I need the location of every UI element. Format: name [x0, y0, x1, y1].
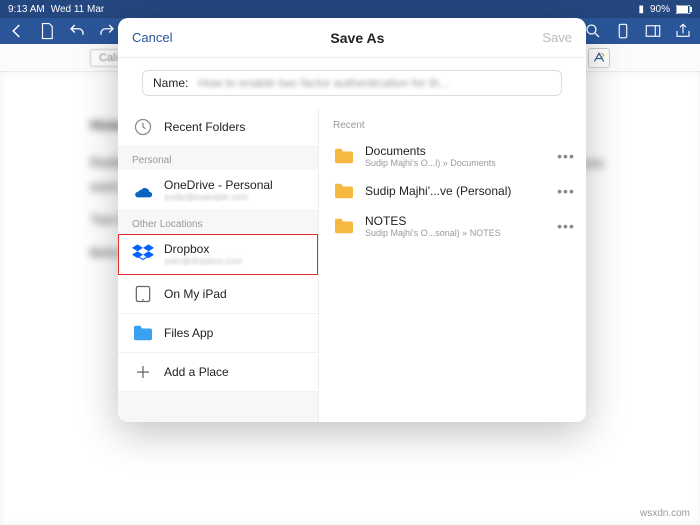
ipad-icon: [132, 283, 154, 305]
clock-icon: [132, 116, 154, 138]
dropbox-label: Dropbox: [164, 242, 243, 256]
share-icon[interactable]: [674, 22, 692, 40]
dropbox-item[interactable]: Dropbox user@dropbox.com: [118, 234, 318, 275]
locations-panel: Recent Folders Personal OneDrive - Perso…: [118, 108, 318, 422]
battery-icon: ▮: [638, 4, 644, 15]
recent-section-label: Recent: [319, 116, 586, 137]
device-icon[interactable]: [614, 22, 632, 40]
dropbox-icon: [132, 243, 154, 265]
files-app-label: Files App: [164, 326, 213, 340]
cancel-button[interactable]: Cancel: [132, 30, 172, 45]
status-date: Wed 11 Mar: [51, 4, 105, 15]
status-battery: 90%: [650, 4, 670, 15]
plus-icon: [132, 361, 154, 383]
onedrive-icon: [132, 179, 154, 201]
filename-value: How to enable two factor authentication …: [198, 76, 551, 90]
file-icon[interactable]: [38, 22, 56, 40]
folder-icon: [333, 147, 355, 165]
undo-icon[interactable]: [68, 22, 86, 40]
folder-row[interactable]: Documents Sudip Majhi's O...l) » Documen…: [319, 137, 586, 175]
onedrive-item[interactable]: OneDrive - Personal sudip@example.com: [118, 170, 318, 211]
add-place-label: Add a Place: [164, 365, 229, 379]
dialog-title: Save As: [330, 30, 384, 46]
status-bar: 9:13 AM Wed 11 Mar ▮ 90%: [0, 0, 700, 18]
style-icon: [592, 51, 606, 65]
save-as-dialog: Cancel Save As Save Name: How to enable …: [118, 18, 586, 422]
filename-field[interactable]: Name: How to enable two factor authentic…: [142, 70, 562, 96]
folder-title: Sudip Majhi'...ve (Personal): [365, 184, 546, 198]
add-place-item[interactable]: Add a Place: [118, 353, 318, 392]
folder-icon: [333, 217, 355, 235]
onedrive-sub: sudip@example.com: [164, 192, 273, 202]
save-button[interactable]: Save: [542, 30, 572, 45]
style-button[interactable]: [588, 48, 610, 68]
folder-row[interactable]: Sudip Majhi'...ve (Personal) •••: [319, 175, 586, 207]
section-other-label: Other Locations: [118, 211, 318, 234]
folder-title: NOTES: [365, 214, 546, 228]
recent-files-panel: Recent Documents Sudip Majhi's O...l) » …: [318, 108, 586, 422]
on-my-ipad-item[interactable]: On My iPad: [118, 275, 318, 314]
watermark: wsxdn.com: [640, 508, 690, 519]
recent-folders-label: Recent Folders: [164, 120, 245, 134]
battery-outline-icon: [676, 5, 692, 14]
more-icon[interactable]: •••: [556, 218, 576, 234]
search-icon[interactable]: [584, 22, 602, 40]
back-icon[interactable]: [8, 22, 26, 40]
name-label: Name:: [153, 76, 188, 90]
redo-icon[interactable]: [98, 22, 116, 40]
folder-icon: [132, 322, 154, 344]
onedrive-label: OneDrive - Personal: [164, 178, 273, 192]
files-app-item[interactable]: Files App: [118, 314, 318, 353]
section-personal-label: Personal: [118, 147, 318, 170]
folder-sub: Sudip Majhi's O...sonal) » NOTES: [365, 228, 546, 238]
status-time: 9:13 AM: [8, 4, 45, 15]
more-icon[interactable]: •••: [556, 148, 576, 164]
folder-title: Documents: [365, 144, 546, 158]
more-icon[interactable]: •••: [556, 183, 576, 199]
dialog-header: Cancel Save As Save: [118, 18, 586, 58]
folder-sub: Sudip Majhi's O...l) » Documents: [365, 158, 546, 168]
sidebar-icon[interactable]: [644, 22, 662, 40]
recent-folders-item[interactable]: Recent Folders: [118, 108, 318, 147]
folder-icon: [333, 182, 355, 200]
name-row: Name: How to enable two factor authentic…: [118, 58, 586, 108]
on-my-ipad-label: On My iPad: [164, 287, 227, 301]
dropbox-sub: user@dropbox.com: [164, 256, 243, 266]
folder-row[interactable]: NOTES Sudip Majhi's O...sonal) » NOTES •…: [319, 207, 586, 245]
